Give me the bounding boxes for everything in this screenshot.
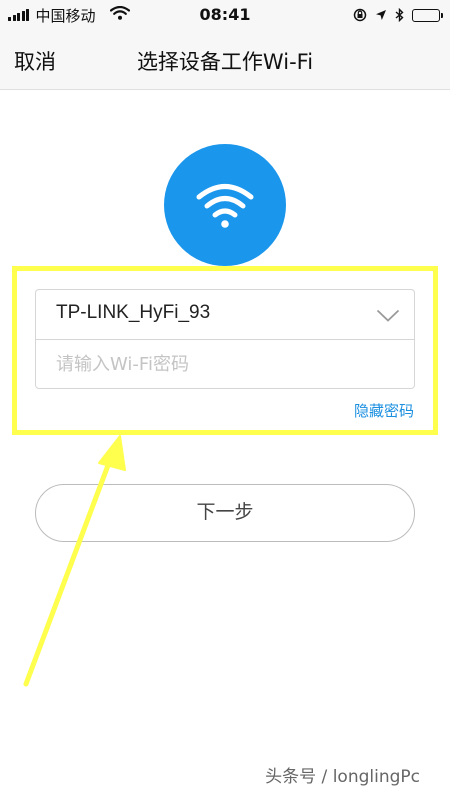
next-step-button[interactable]: 下一步 — [35, 484, 415, 542]
chevron-down-icon[interactable] — [376, 308, 400, 327]
watermark-text: 头条号 / longlingPc — [265, 767, 420, 787]
status-bar: 中国移动 08:41 — [0, 0, 450, 30]
bluetooth-icon — [395, 8, 404, 22]
battery-icon — [412, 8, 443, 22]
location-icon — [375, 9, 387, 21]
page-title: 选择设备工作Wi-Fi — [136, 50, 314, 74]
wifi-password-input[interactable] — [35, 339, 415, 389]
wifi-icon — [164, 144, 286, 266]
hide-password-link[interactable]: 隐藏密码 — [354, 400, 414, 421]
wifi-ssid-select[interactable]: TP-LINK_HyFi_93 — [35, 289, 415, 339]
rotation-lock-icon — [353, 8, 367, 22]
ssid-value: TP-LINK_HyFi_93 — [56, 302, 211, 323]
status-right — [345, 6, 443, 24]
navigation-bar: 取消 选择设备工作Wi-Fi — [0, 30, 450, 90]
